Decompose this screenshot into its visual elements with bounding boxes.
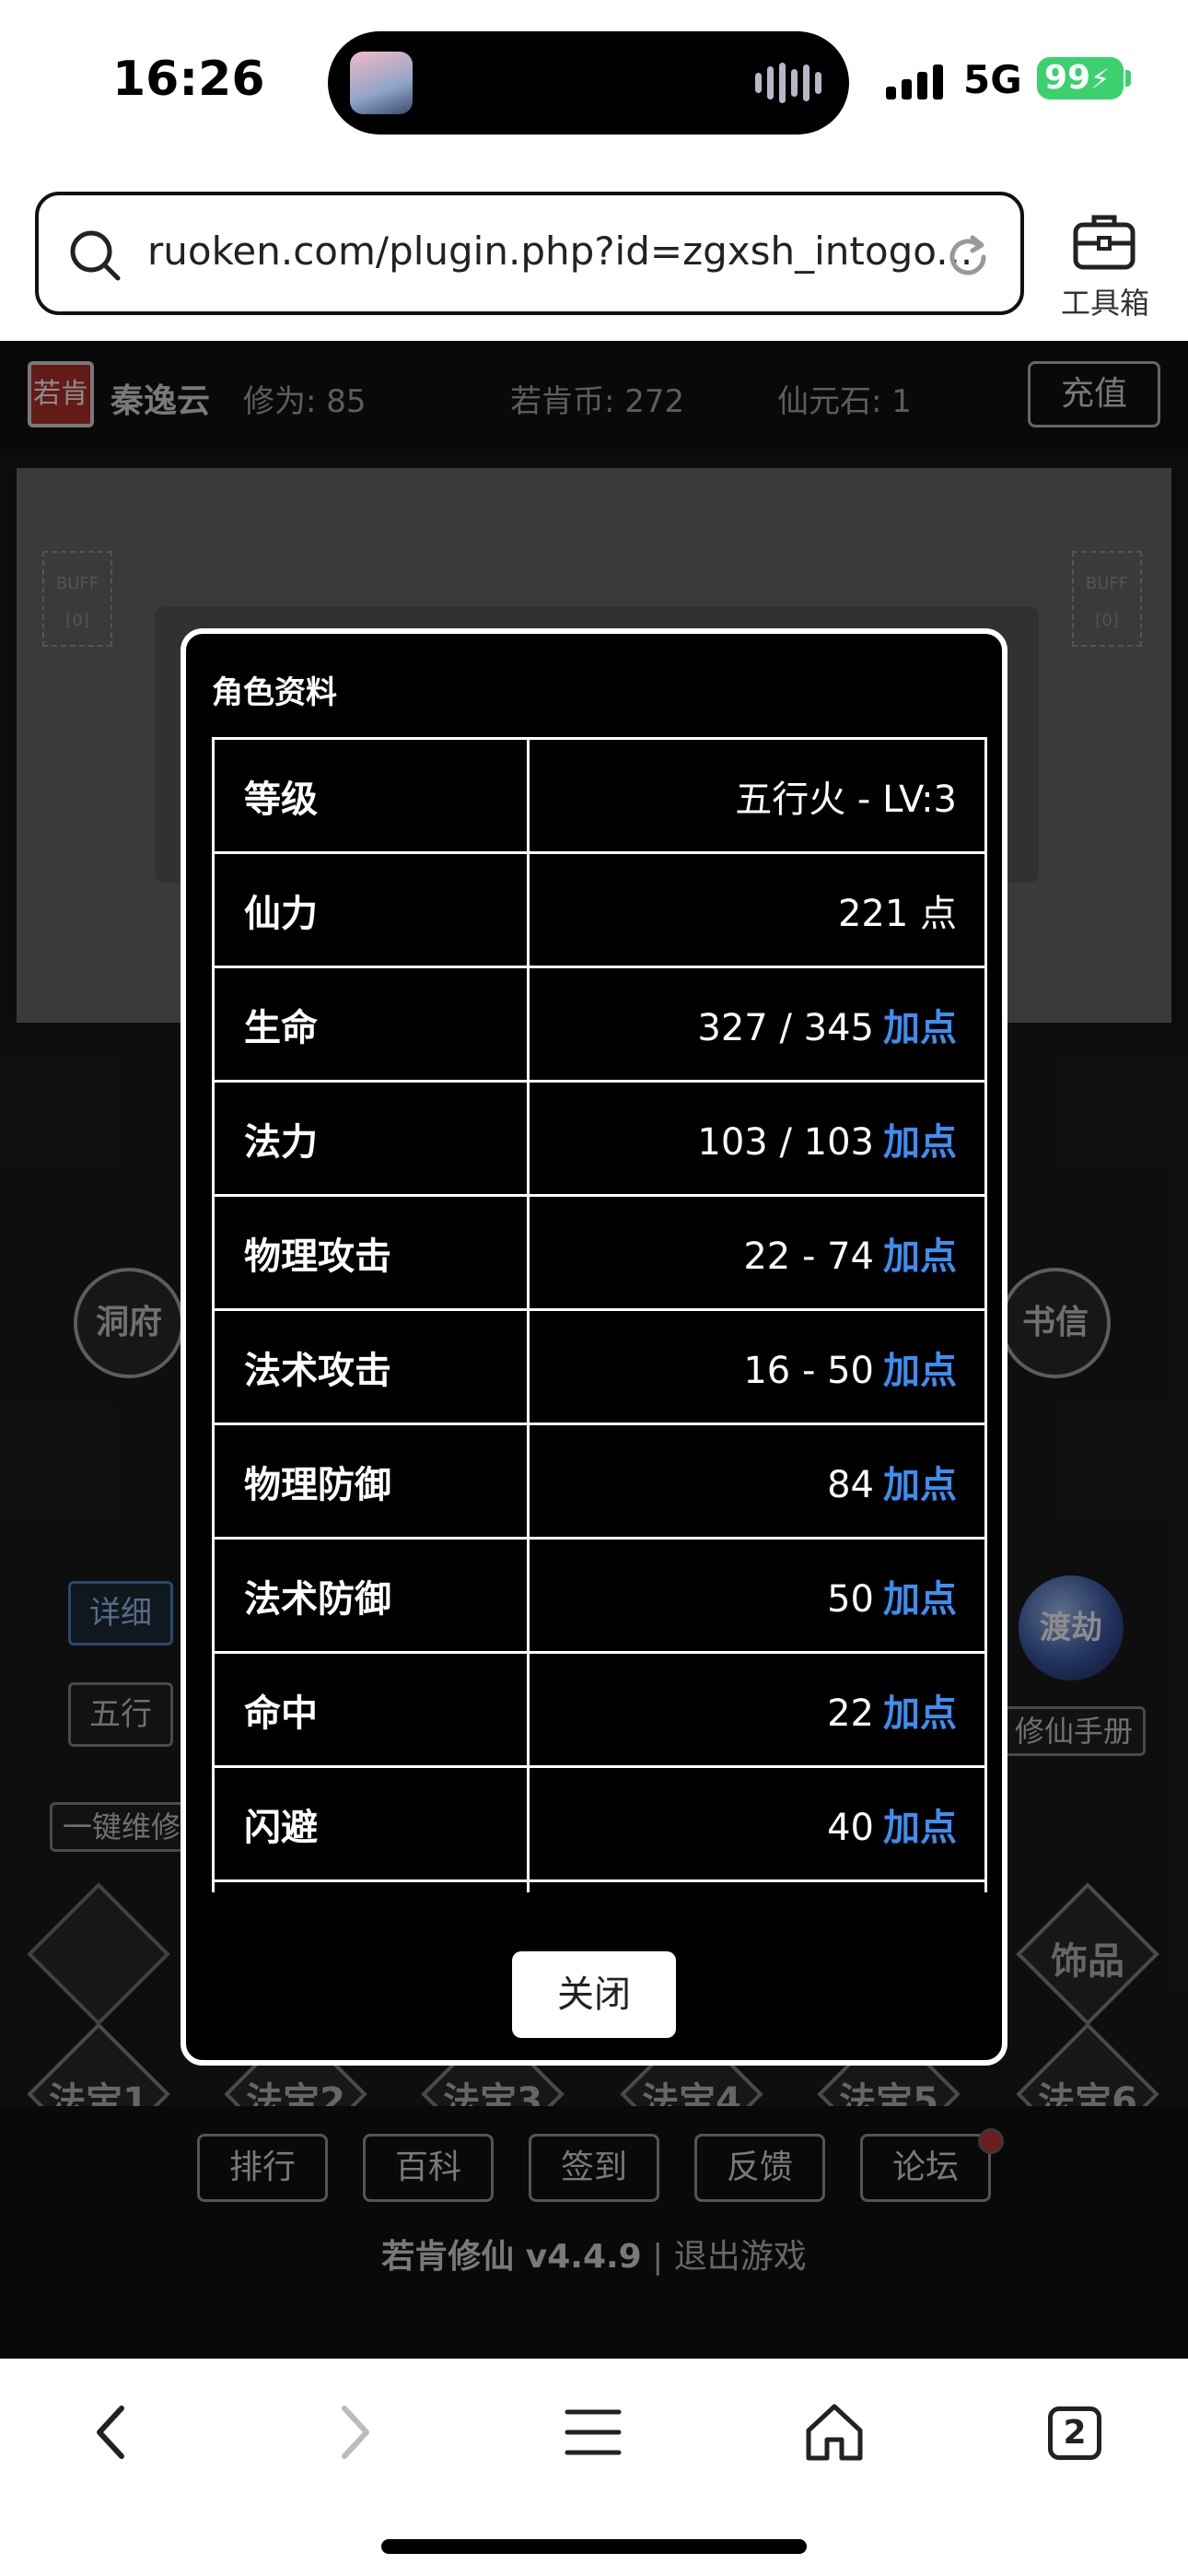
stat-value: 50 (827, 1577, 874, 1621)
address-bar[interactable]: ruoken.com/plugin.php?id=zgxsh_intogo... (35, 192, 1024, 315)
menu-icon[interactable] (556, 2395, 630, 2469)
stat-value-cell: 84 加点 (527, 1423, 987, 1540)
stat-value-cell: 103 / 103 加点 (527, 1080, 987, 1197)
toolbox-icon (1073, 215, 1136, 270)
stat-row: 生命 327 / 345 加点 (212, 966, 987, 1083)
stat-label: 法术防御 (212, 1537, 530, 1654)
audio-wave-icon (755, 63, 821, 103)
home-indicator (381, 2539, 807, 2554)
toolbox-button[interactable]: 工具箱 (1057, 206, 1153, 321)
now-playing-thumbnail (350, 52, 413, 114)
stat-value: 五行火 - LV:3 (735, 778, 957, 821)
stat-value: 22 (827, 1692, 874, 1735)
stat-value-cell (527, 1879, 987, 1892)
add-point-button[interactable]: 加点 (883, 1464, 957, 1506)
stat-value-cell: 22 加点 (527, 1651, 987, 1768)
stat-label (212, 1879, 530, 1892)
add-point-button[interactable]: 加点 (883, 1007, 957, 1049)
stat-label: 法术攻击 (212, 1308, 530, 1425)
stat-row: 物理攻击 22 - 74 加点 (212, 1194, 987, 1311)
status-bar: 16:26 5G 99⚡ (0, 0, 1188, 166)
url-text[interactable]: ruoken.com/plugin.php?id=zgxsh_intogo... (147, 228, 973, 274)
back-icon[interactable] (76, 2395, 149, 2469)
add-point-button[interactable]: 加点 (883, 1350, 957, 1392)
stat-value-cell: 40 加点 (527, 1765, 987, 1882)
battery-tip (1125, 70, 1131, 87)
stat-value-cell: 327 / 345 加点 (527, 966, 987, 1083)
add-point-button[interactable]: 加点 (883, 1807, 957, 1849)
stat-value: 103 / 103 (697, 1120, 874, 1164)
stat-value: 327 / 345 (697, 1006, 874, 1049)
stat-row (212, 1879, 987, 1892)
reload-icon[interactable] (943, 232, 993, 282)
stat-label: 法力 (212, 1080, 530, 1197)
stat-label: 等级 (212, 737, 530, 854)
stat-row: 仙力 221 点 (212, 851, 987, 968)
add-point-button[interactable]: 加点 (883, 1578, 957, 1621)
stat-row: 法力 103 / 103 加点 (212, 1080, 987, 1197)
stat-label: 物理防御 (212, 1423, 530, 1540)
add-point-button[interactable]: 加点 (883, 1235, 957, 1278)
stat-label: 物理攻击 (212, 1194, 530, 1311)
modal-title: 角色资料 (212, 674, 337, 711)
dynamic-island (328, 31, 849, 135)
add-point-button[interactable]: 加点 (883, 1692, 957, 1735)
stat-value: 40 (827, 1806, 874, 1849)
home-icon[interactable] (798, 2395, 871, 2469)
network-type: 5G (963, 57, 1022, 102)
character-profile-modal: 角色资料 等级 五行火 - LV:3 仙力 221 点生命 327 / 345 加点 法力 1… (181, 628, 1007, 2066)
stat-row: 闪避 40 加点 (212, 1765, 987, 1882)
close-button[interactable]: 关闭 (512, 1951, 676, 2038)
battery-level: 99 (1044, 59, 1091, 97)
stat-value: 221 点 (837, 892, 957, 935)
stat-value-cell: 221 点 (527, 851, 987, 968)
stat-value-cell: 五行火 - LV:3 (527, 737, 987, 854)
stat-label: 仙力 (212, 851, 530, 968)
stat-row: 法术防御 50 加点 (212, 1537, 987, 1654)
stat-label: 命中 (212, 1651, 530, 1768)
stat-row: 物理防御 84 加点 (212, 1423, 987, 1540)
battery-indicator: 99⚡ (1037, 57, 1124, 100)
stat-row: 等级 五行火 - LV:3 (212, 737, 987, 854)
stat-value-cell: 16 - 50 加点 (527, 1308, 987, 1425)
stat-value-cell: 50 加点 (527, 1537, 987, 1654)
toolbox-label: 工具箱 (1060, 286, 1149, 321)
stat-row: 命中 22 加点 (212, 1651, 987, 1768)
stat-row: 法术攻击 16 - 50 加点 (212, 1308, 987, 1425)
cellular-signal-icon (886, 63, 943, 100)
stat-value: 22 - 74 (743, 1235, 874, 1278)
stat-label: 闪避 (212, 1765, 530, 1882)
search-icon (70, 230, 121, 281)
stats-table: 等级 五行火 - LV:3 仙力 221 点生命 327 / 345 加点 法力 103 / … (212, 737, 987, 1892)
tabs-button[interactable]: 2 (1048, 2406, 1101, 2460)
stat-value: 84 (827, 1463, 874, 1506)
stat-value-cell: 22 - 74 加点 (527, 1194, 987, 1311)
stats-table-scroll[interactable]: 等级 五行火 - LV:3 仙力 221 点生命 327 / 345 加点 法力 103 / … (212, 737, 987, 1892)
stat-label: 生命 (212, 966, 530, 1083)
status-time: 16:26 (112, 52, 265, 107)
forward-icon[interactable] (317, 2395, 390, 2469)
add-point-button[interactable]: 加点 (883, 1121, 957, 1164)
stat-value: 16 - 50 (743, 1349, 874, 1392)
